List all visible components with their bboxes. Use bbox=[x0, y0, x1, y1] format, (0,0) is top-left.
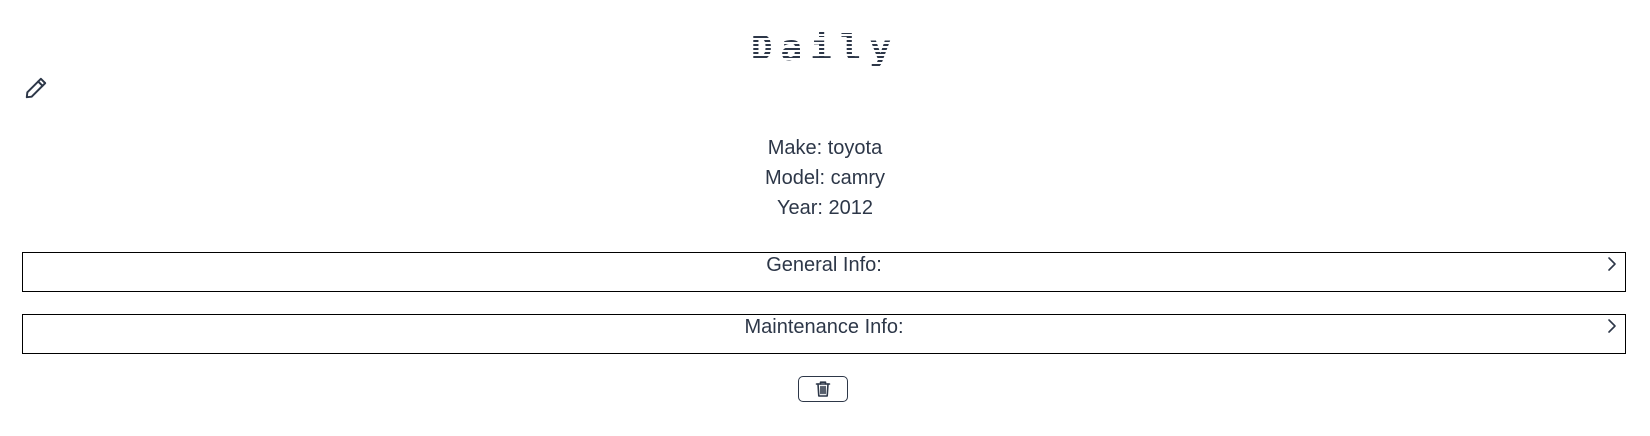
chevron-right-icon bbox=[1608, 257, 1616, 271]
model-text: Model: camry bbox=[764, 167, 886, 189]
trash-icon bbox=[815, 381, 831, 397]
edit-button[interactable] bbox=[20, 72, 52, 104]
maintenance-info-accordion[interactable]: Maintenance Info: bbox=[22, 314, 1626, 354]
chevron-right-icon bbox=[1608, 319, 1616, 333]
make-text: Make: toyota bbox=[767, 137, 883, 159]
pencil-icon bbox=[25, 77, 47, 99]
general-info-accordion[interactable]: General Info: bbox=[22, 252, 1626, 292]
maintenance-info-label: Maintenance Info: bbox=[744, 316, 904, 338]
delete-button[interactable] bbox=[798, 376, 848, 402]
general-info-label: General Info: bbox=[766, 254, 882, 276]
vehicle-specs: Make: toyota Model: camry Year: 2012 bbox=[0, 133, 1650, 223]
year-text: Year: 2012 bbox=[776, 197, 873, 219]
vehicle-title: Daily bbox=[0, 24, 1650, 74]
